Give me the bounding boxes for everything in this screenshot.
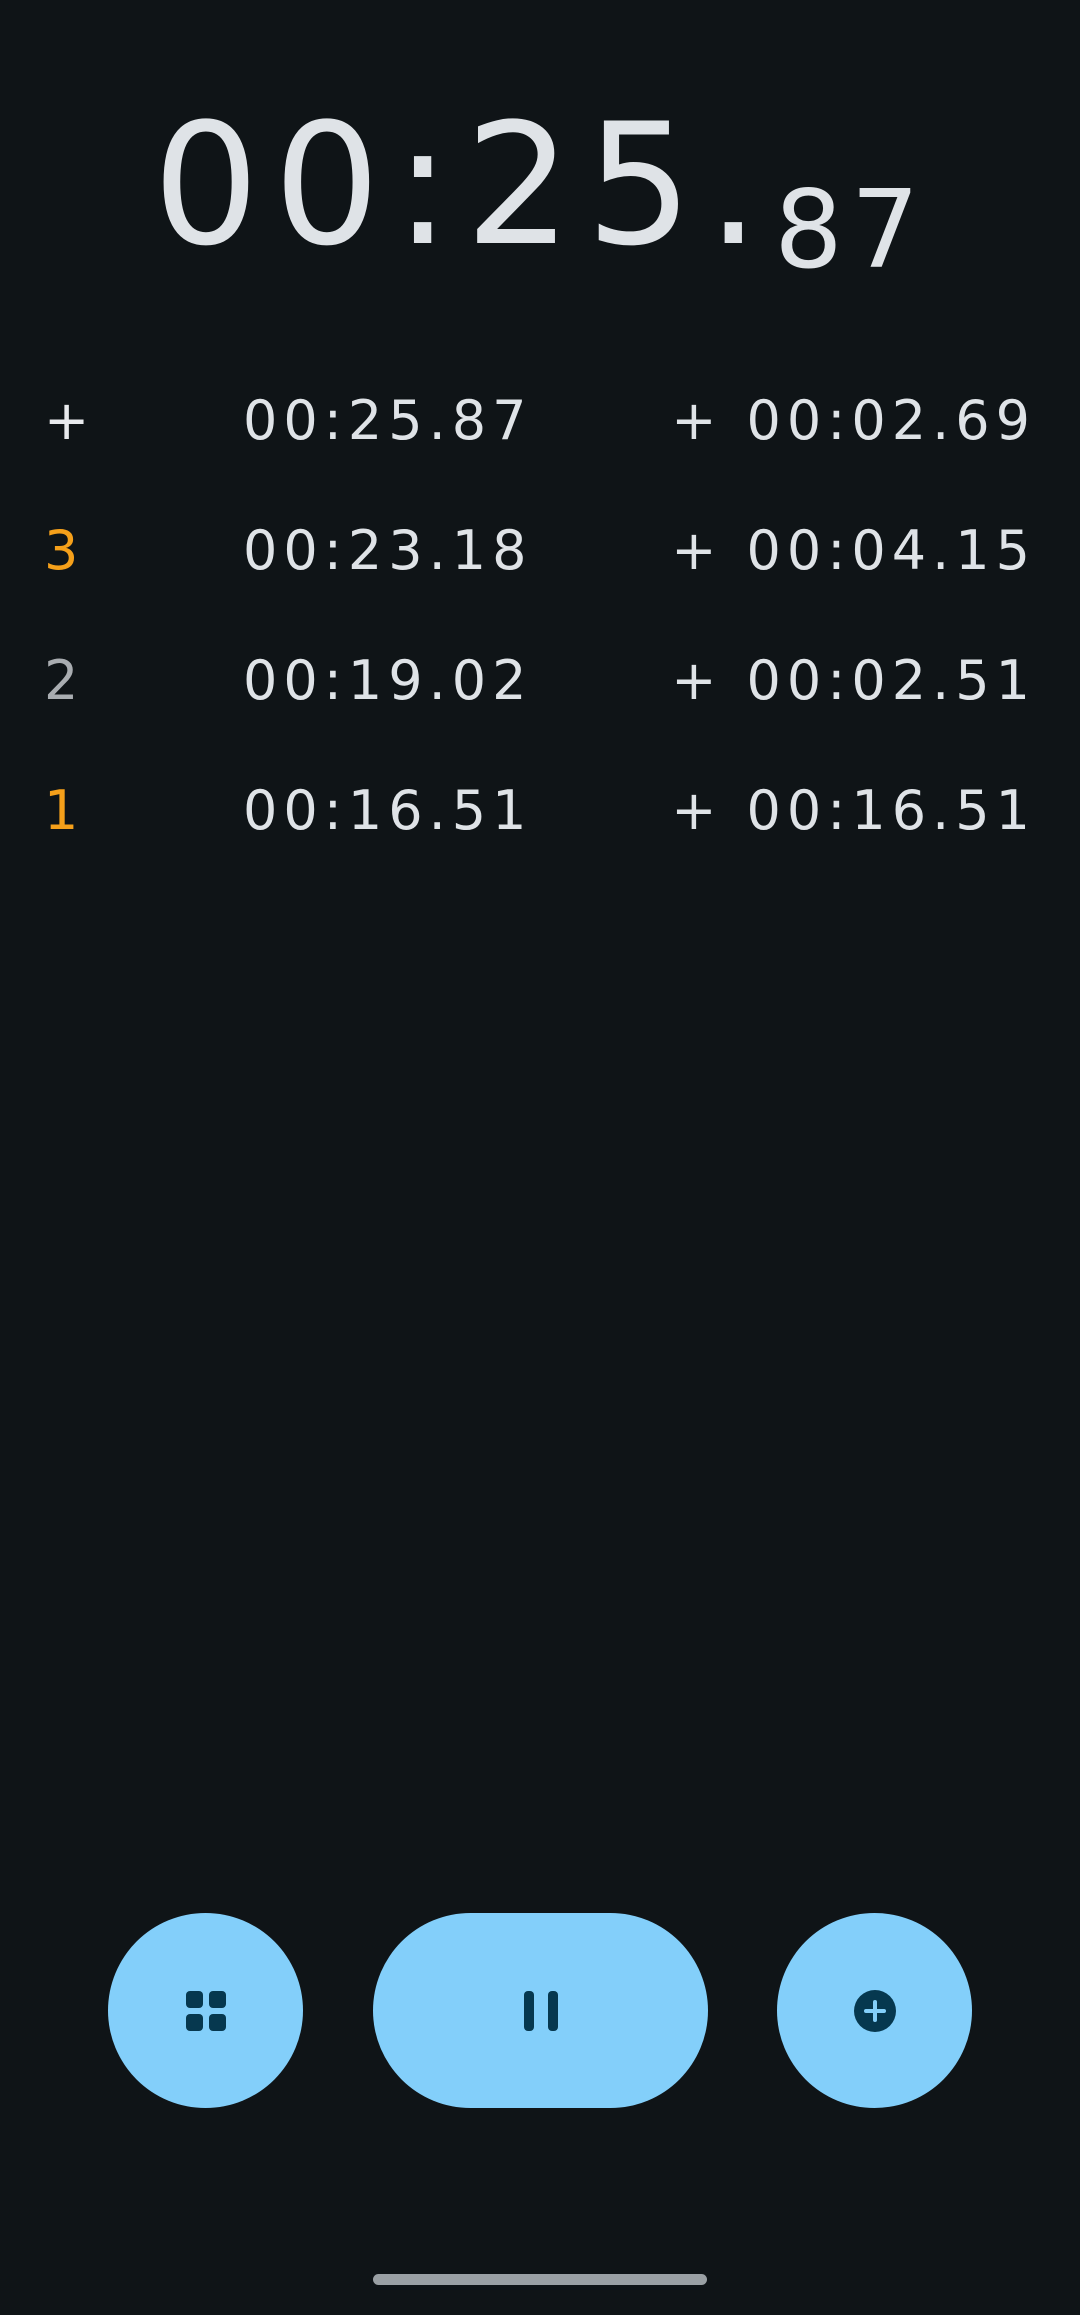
reset-button[interactable]	[108, 1913, 303, 2108]
elapsed-time: 00:25.87	[0, 95, 1080, 297]
lap-split-sign: +	[671, 649, 723, 712]
lap-split-sign: +	[671, 779, 723, 842]
lap-number: 1	[44, 779, 79, 842]
lap-row: 3 00:23.18 +00:04.15	[0, 490, 1080, 620]
lap-split-time: +00:02.69	[671, 390, 1036, 452]
lap-total-time: 00:23.18	[243, 519, 533, 582]
lap-split-time: +00:02.51	[671, 650, 1036, 712]
elapsed-time-main: 00:25.	[152, 87, 775, 283]
elapsed-time-hundredths: 87	[774, 168, 928, 293]
lap-split-sign: +	[671, 519, 723, 582]
lap-number: +	[44, 389, 90, 452]
lap-row: 1 00:16.51 +00:16.51	[0, 750, 1080, 880]
lap-total-time: 00:25.87	[243, 389, 533, 452]
pause-button[interactable]	[373, 1913, 708, 2108]
lap-row: 2 00:19.02 +00:02.51	[0, 620, 1080, 750]
add-circle-icon	[853, 1989, 896, 2032]
lap-split-time: +00:16.51	[671, 780, 1036, 842]
lap-number: 2	[44, 649, 79, 712]
gesture-nav-handle[interactable]	[373, 2274, 707, 2285]
lap-total-time: 00:16.51	[243, 779, 533, 842]
lap-number: 3	[44, 519, 79, 582]
lap-list: + 00:25.87 +00:02.69 3 00:23.18 +00:04.1…	[0, 360, 1080, 880]
lap-split-value: 00:02.69	[746, 389, 1036, 452]
lap-button[interactable]	[777, 1913, 972, 2108]
lap-split-time: +00:04.15	[671, 520, 1036, 582]
grid-icon	[185, 1990, 226, 2031]
lap-row: + 00:25.87 +00:02.69	[0, 360, 1080, 490]
lap-split-value: 00:16.51	[746, 779, 1036, 842]
lap-split-value: 00:02.51	[746, 649, 1036, 712]
lap-split-sign: +	[671, 389, 723, 452]
stopwatch-controls	[0, 1913, 1080, 2108]
lap-total-time: 00:19.02	[243, 649, 533, 712]
lap-split-value: 00:04.15	[746, 519, 1036, 582]
pause-icon	[523, 1990, 558, 2031]
